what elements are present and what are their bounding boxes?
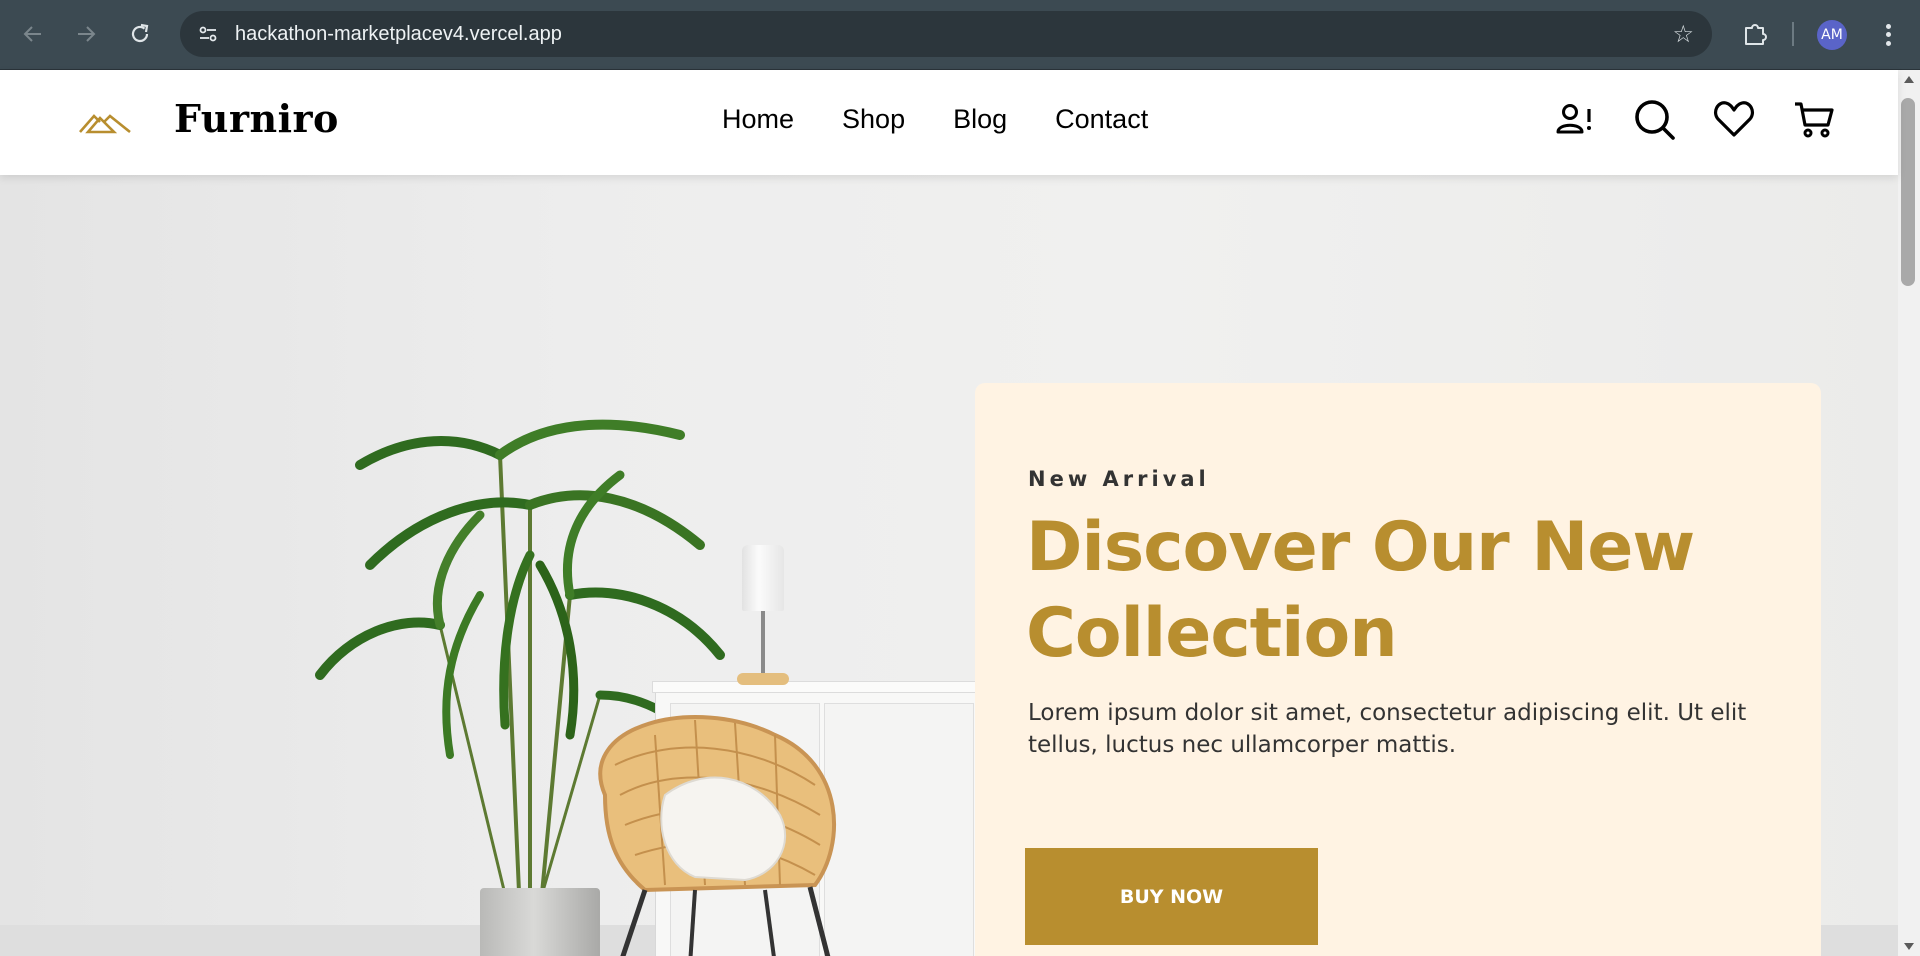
hero-title: Discover Our New Collection [1026, 508, 1695, 673]
nav-link-blog[interactable]: Blog [953, 104, 1007, 135]
address-bar[interactable]: hackathon-marketplacev4.vercel.app ☆ [180, 11, 1712, 57]
forward-button[interactable] [67, 15, 105, 53]
plant-pot-illustration [480, 888, 600, 956]
header-actions [1553, 98, 1835, 140]
browser-menu-icon[interactable] [1878, 18, 1898, 52]
main-nav: Home Shop Blog Contact [722, 104, 1148, 135]
site-settings-icon[interactable] [194, 20, 222, 48]
browser-toolbar: hackathon-marketplacev4.vercel.app ☆ AM [0, 0, 1920, 70]
nav-link-shop[interactable]: Shop [842, 104, 905, 135]
heart-icon[interactable] [1713, 98, 1755, 140]
rattan-chair-illustration [598, 715, 837, 956]
new-arrival-card: New Arrival Discover Our New Collection … [975, 383, 1821, 956]
back-button[interactable] [14, 15, 52, 53]
site-header: Furniro Home Shop Blog Contact [0, 70, 1898, 175]
forward-arrow-icon [78, 26, 96, 42]
brand-name[interactable]: Furniro [174, 96, 339, 141]
hero-description: Lorem ipsum dolor sit amet, consectetur … [1028, 700, 1747, 758]
extensions-button[interactable] [1737, 16, 1773, 52]
scroll-up-icon[interactable] [1904, 76, 1914, 83]
search-icon[interactable] [1633, 98, 1675, 140]
logo-icon[interactable] [78, 110, 132, 134]
toolbar-divider [1792, 22, 1794, 46]
hero-section: New Arrival Discover Our New Collection … [0, 175, 1898, 956]
puzzle-piece-icon [1745, 24, 1767, 45]
cart-icon[interactable] [1793, 98, 1835, 140]
page-scrollbar[interactable] [1898, 70, 1920, 956]
lamp-illustration [742, 545, 784, 611]
reload-icon [131, 23, 149, 43]
nav-link-contact[interactable]: Contact [1055, 104, 1148, 135]
reload-button[interactable] [121, 15, 159, 53]
eyebrow-label: New Arrival [1028, 467, 1210, 491]
scrollbar-thumb[interactable] [1901, 98, 1915, 286]
bookmark-star-icon[interactable]: ☆ [1672, 21, 1694, 47]
back-arrow-icon [23, 26, 41, 42]
scroll-down-icon[interactable] [1904, 943, 1914, 950]
buy-now-button[interactable]: BUY NOW [1025, 848, 1318, 945]
profile-avatar[interactable]: AM [1817, 20, 1847, 50]
account-alert-icon[interactable] [1553, 98, 1595, 140]
nav-link-home[interactable]: Home [722, 104, 794, 135]
url-text[interactable]: hackathon-marketplacev4.vercel.app [235, 23, 562, 46]
